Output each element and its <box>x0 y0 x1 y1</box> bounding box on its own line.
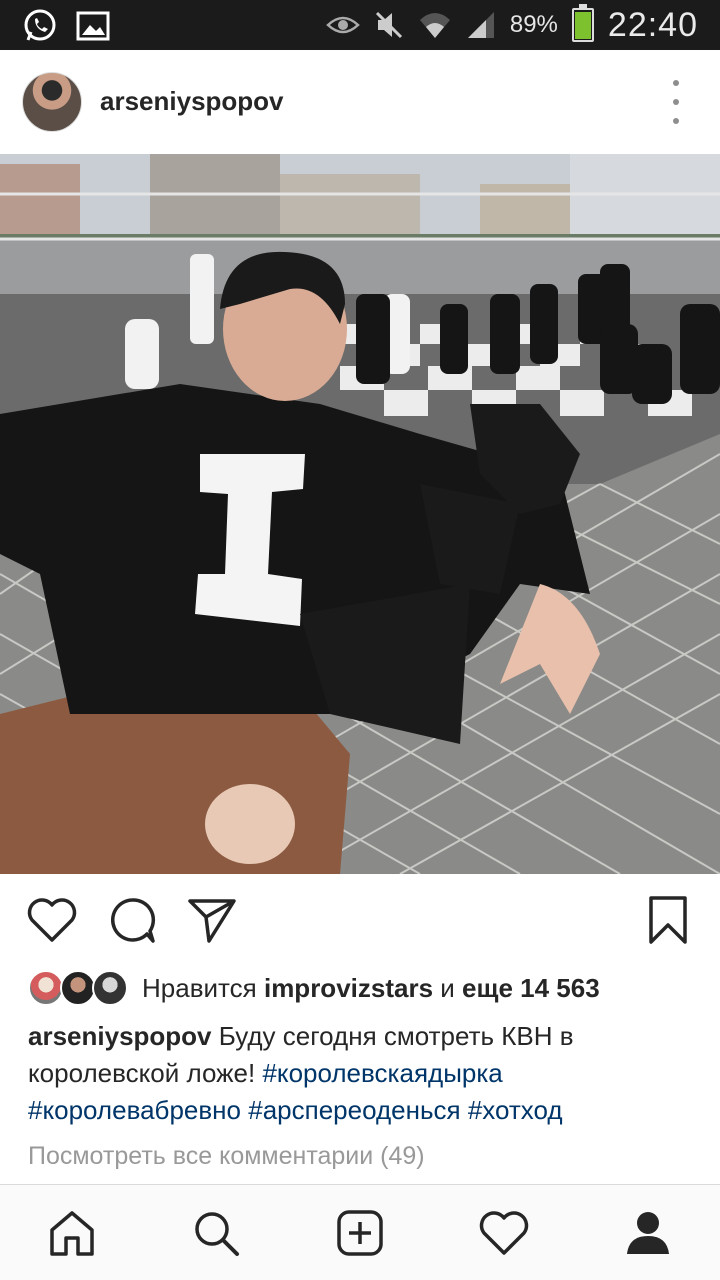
post-photo[interactable] <box>0 154 720 874</box>
hashtag[interactable]: #хотход <box>468 1095 563 1125</box>
liker-avatars <box>28 968 132 1008</box>
gallery-icon <box>76 11 110 41</box>
clock: 22:40 <box>607 5 698 44</box>
liker-avatar <box>92 970 128 1006</box>
mute-icon <box>374 10 404 40</box>
signal-icon <box>466 10 496 40</box>
hashtag[interactable]: #арспереоденься <box>248 1095 460 1125</box>
photo-illustration <box>0 154 720 874</box>
likes-prefix: Нравится <box>142 972 257 1003</box>
hashtag[interactable]: #королевскаядырка <box>262 1058 502 1088</box>
comment-icon[interactable] <box>104 892 160 948</box>
view-comments-link[interactable]: Посмотреть все комментарии (49) <box>28 1142 425 1171</box>
caption-author[interactable]: arseniyspopov <box>28 1021 212 1051</box>
post-actions <box>0 874 720 966</box>
profile-icon[interactable] <box>620 1205 676 1261</box>
home-icon[interactable] <box>44 1205 100 1261</box>
avatar[interactable] <box>22 72 82 132</box>
likes-count[interactable]: еще 14 563 <box>462 973 600 1003</box>
search-icon[interactable] <box>188 1205 244 1261</box>
liker-avatar <box>60 970 96 1006</box>
hashtag[interactable]: #королевабревно <box>28 1095 241 1125</box>
likes-row[interactable]: Нравится improvizstars и еще 14 563 <box>28 966 698 1010</box>
liker-username[interactable]: improvizstars <box>264 973 433 1003</box>
post-header: arseniyspopov <box>0 50 720 154</box>
likes-conjunction: и <box>440 972 455 1003</box>
post-caption: arseniyspopov Буду сегодня смотреть КВН … <box>28 1018 692 1129</box>
liker-avatar <box>28 970 64 1006</box>
add-post-icon[interactable] <box>332 1205 388 1261</box>
status-bar: 89% 22:40 <box>0 0 720 50</box>
more-options-icon[interactable] <box>666 80 686 124</box>
battery-level <box>574 12 591 39</box>
eye-icon <box>326 13 360 37</box>
bottom-nav <box>0 1184 720 1280</box>
share-icon[interactable] <box>184 892 240 948</box>
likes-text: Нравится improvizstars и еще 14 563 <box>142 973 600 1004</box>
post-username[interactable]: arseniyspopov <box>100 86 284 117</box>
bookmark-icon[interactable] <box>640 892 696 948</box>
heart-icon[interactable] <box>24 892 80 948</box>
wifi-icon <box>418 10 452 40</box>
battery-percent: 89% <box>509 11 558 38</box>
activity-icon[interactable] <box>476 1205 532 1261</box>
whatsapp-icon <box>22 8 58 44</box>
battery-icon <box>571 4 594 42</box>
